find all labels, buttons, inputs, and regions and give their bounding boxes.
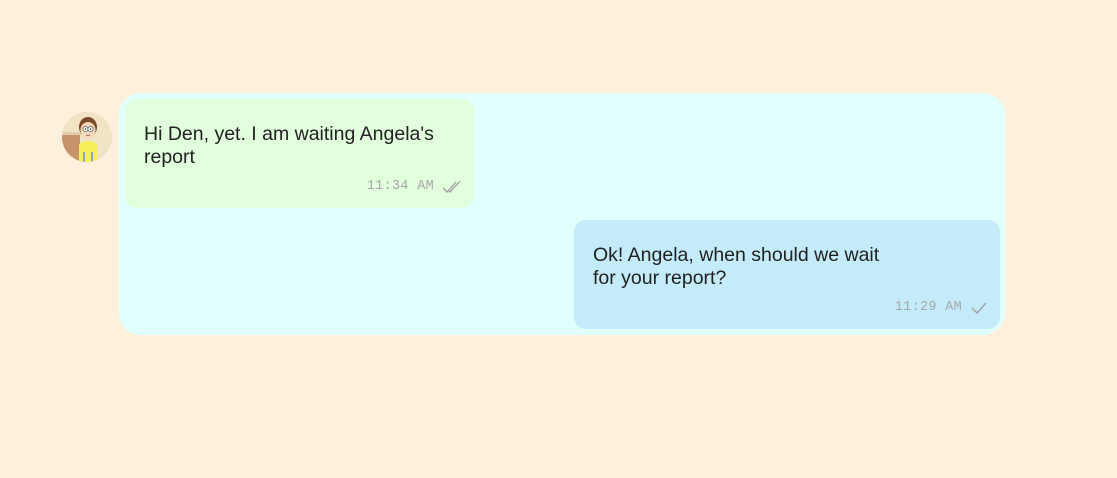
message-meta: 11:34 AM — [367, 179, 462, 194]
outgoing-message-bubble[interactable]: Ok! Angela, when should we wait for your… — [574, 220, 1000, 329]
message-text: Hi Den, yet. I am waiting Angela's repor… — [144, 123, 434, 168]
incoming-message-bubble[interactable]: Hi Den, yet. I am waiting Angela's repor… — [125, 99, 474, 208]
message-time: 11:29 AM — [894, 300, 962, 315]
message-meta: 11:29 AM — [895, 300, 988, 315]
user-avatar-icon — [62, 112, 112, 162]
single-check-icon — [971, 302, 987, 314]
message-time: 11:34 AM — [366, 179, 434, 194]
message-text: Ok! Angela, when should we wait for your… — [593, 244, 880, 289]
contact-avatar[interactable] — [62, 112, 112, 162]
chat-panel: Hi Den, yet. I am waiting Angela's repor… — [119, 93, 1005, 335]
double-check-icon — [442, 180, 461, 193]
